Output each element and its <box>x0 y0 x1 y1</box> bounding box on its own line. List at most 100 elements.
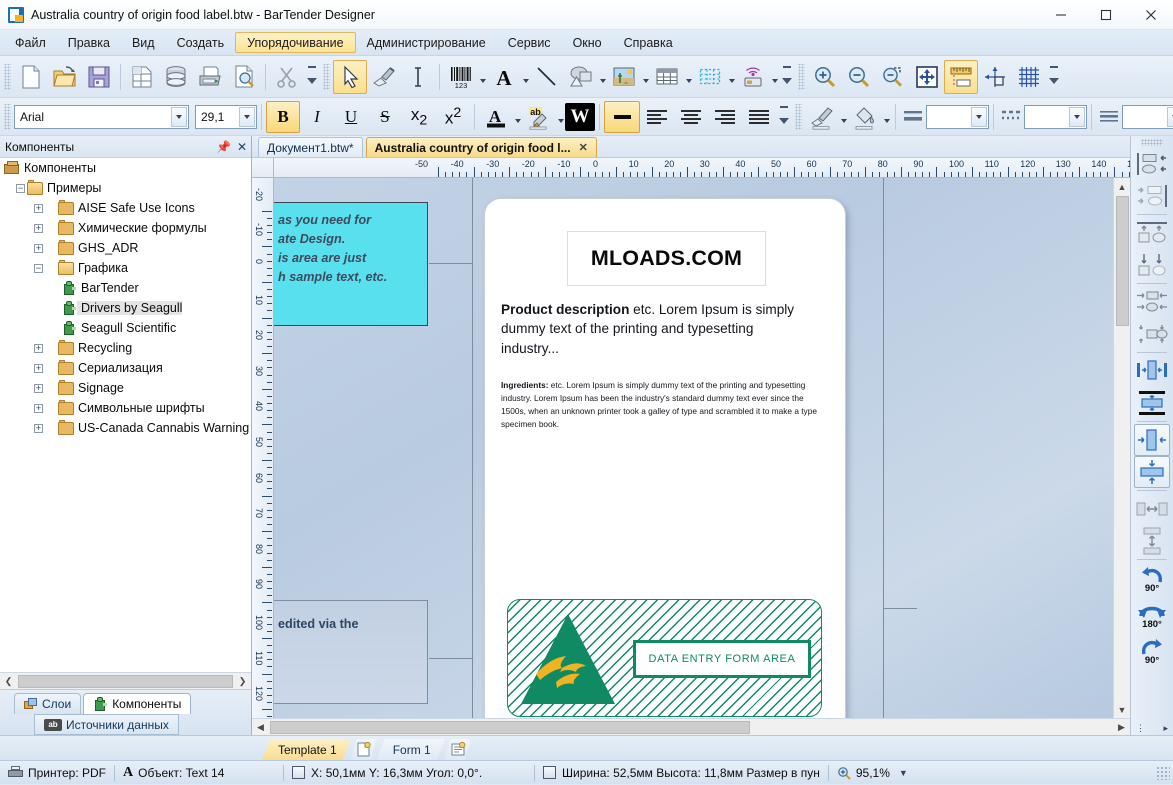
template-tab-template1[interactable]: Template 1 <box>262 739 351 760</box>
open-document-icon[interactable] <box>48 60 82 94</box>
menu-arrange[interactable]: Упорядочивание <box>235 32 356 53</box>
format-painter-icon[interactable] <box>367 60 401 94</box>
tree-node-drivers-by-seagull[interactable]: Drivers by Seagull <box>0 298 251 318</box>
arrange-toolbar-grip[interactable] <box>1141 139 1163 146</box>
scroll-thumb[interactable] <box>1115 196 1129 326</box>
subscript-button[interactable]: x2 <box>402 101 436 133</box>
label-canvas[interactable]: as you need for ate Design. is area are … <box>274 178 1113 718</box>
zoom-out-icon[interactable] <box>842 60 876 94</box>
menu-file[interactable]: Файл <box>4 30 57 55</box>
chevron-down-icon[interactable] <box>1167 106 1173 127</box>
tree-node-chemical-formulas[interactable]: + Химические формулы <box>0 218 251 238</box>
underline-button[interactable]: U <box>334 101 368 133</box>
menu-tools[interactable]: Сервис <box>497 30 562 55</box>
picture-tool-icon[interactable] <box>607 60 641 94</box>
window-resize-grip[interactable] <box>1156 765 1170 780</box>
tab-data-sources[interactable]: ab Источники данных <box>34 714 179 735</box>
align-right-edges-icon[interactable] <box>1134 180 1170 212</box>
align-left-edges-icon[interactable] <box>1134 148 1170 180</box>
tree-node-components[interactable]: Компоненты <box>0 158 251 178</box>
chevron-down-icon[interactable] <box>1069 106 1085 127</box>
tab-components[interactable]: Компоненты <box>83 693 192 714</box>
space-horizontally-icon[interactable] <box>1134 355 1170 387</box>
document-tab-australia-label[interactable]: Australia country of origin food l... ✕ <box>365 137 597 157</box>
text-line-button[interactable] <box>604 100 640 133</box>
objects-toolbar-overflow[interactable] <box>781 60 794 94</box>
maximize-button[interactable] <box>1083 0 1128 30</box>
line-dash-select[interactable] <box>1024 104 1087 129</box>
text-tool-icon[interactable]: A <box>487 60 521 94</box>
menu-view[interactable]: Вид <box>121 30 166 55</box>
align-bottom-edges-icon[interactable] <box>1134 249 1170 281</box>
close-icon[interactable]: ✕ <box>237 141 247 153</box>
chevron-down-icon[interactable] <box>239 106 255 127</box>
scroll-left-icon[interactable]: ❮ <box>0 674 17 689</box>
text-dropdown-caret[interactable] <box>521 60 530 94</box>
text-cursor-icon[interactable] <box>401 60 435 94</box>
shape-tool-icon[interactable] <box>564 60 598 94</box>
database-connection-icon[interactable] <box>159 60 193 94</box>
menu-window[interactable]: Окно <box>562 30 613 55</box>
make-same-height-icon[interactable] <box>1134 525 1170 557</box>
center-horizontally-icon[interactable] <box>1134 286 1170 318</box>
expand-toggle-icon[interactable]: + <box>32 358 45 378</box>
rfid-tool-icon[interactable] <box>736 60 770 94</box>
note-grey[interactable]: edited via the <box>274 600 428 704</box>
font-color-dropdown-caret[interactable] <box>513 100 522 134</box>
tree-node-aise[interactable]: + AISE Safe Use Icons <box>0 198 251 218</box>
space-vertically-icon[interactable] <box>1134 387 1170 419</box>
new-document-icon[interactable] <box>14 60 48 94</box>
zoom-in-icon[interactable] <box>808 60 842 94</box>
rotate-right-90-icon[interactable]: 90° <box>1134 634 1170 670</box>
rotate-left-90-icon[interactable]: 90° <box>1134 562 1170 598</box>
note-cyan[interactable]: as you need for ate Design. is area are … <box>274 202 428 326</box>
center-vertically-icon[interactable] <box>1134 318 1170 350</box>
vertical-ruler[interactable]: -20-100102030405060708090100110120130140 <box>252 178 274 718</box>
superscript-button[interactable]: x2 <box>436 101 470 133</box>
toolbar-grip[interactable] <box>4 63 11 90</box>
tree-node-signage[interactable]: + Signage <box>0 378 251 398</box>
expand-toggle-icon[interactable]: + <box>32 218 45 238</box>
scroll-up-icon[interactable]: ▲ <box>1115 178 1130 195</box>
center-on-template-vertical-icon[interactable] <box>1134 456 1170 488</box>
arrange-toolbar-footer[interactable]: ⋮ ▸ <box>1133 721 1171 735</box>
chevron-down-icon[interactable] <box>171 106 187 127</box>
barcode-tool-icon[interactable]: 123 <box>444 60 478 94</box>
document-tab-dokument1[interactable]: Документ1.btw* <box>258 137 363 157</box>
collapse-toggle-icon[interactable]: − <box>14 178 27 198</box>
fontbar-overflow[interactable] <box>778 100 791 134</box>
pin-icon[interactable]: 📌 <box>216 141 231 153</box>
font-family-select[interactable]: Arial <box>14 104 189 129</box>
italic-button[interactable]: I <box>300 101 334 133</box>
data-entry-form-area-object[interactable]: DATA ENTRY FORM AREA <box>507 599 822 717</box>
show-grid-icon[interactable] <box>1012 60 1046 94</box>
view-toolbar-overflow[interactable] <box>1048 60 1061 94</box>
tree-node-recycling[interactable]: + Recycling <box>0 338 251 358</box>
scroll-down-icon[interactable]: ▼ <box>1115 701 1130 718</box>
menu-administration[interactable]: Администрирование <box>356 30 497 55</box>
select-tool-icon[interactable] <box>333 59 367 94</box>
align-left-button[interactable] <box>640 101 674 133</box>
menu-help[interactable]: Справка <box>613 30 684 55</box>
expand-toggle-icon[interactable]: + <box>32 418 45 438</box>
line-width-select[interactable] <box>926 104 989 129</box>
label-template-card[interactable]: MLOADS.COM Product description etc. Lore… <box>485 199 845 718</box>
rotate-180-icon[interactable]: 180° <box>1134 598 1170 634</box>
table-tool-icon[interactable] <box>650 60 684 94</box>
components-tree[interactable]: Компоненты − Примеры + AISE Safe Use Ico… <box>0 158 251 672</box>
data-entry-form-area-text-box[interactable]: DATA ENTRY FORM AREA <box>633 640 811 678</box>
grid-dropdown-caret[interactable] <box>727 60 736 94</box>
fit-to-window-icon[interactable] <box>910 60 944 94</box>
rfid-dropdown-caret[interactable] <box>770 60 779 94</box>
brand-text-object[interactable]: MLOADS.COM <box>567 231 766 286</box>
new-template-button[interactable] <box>351 739 377 760</box>
scroll-thumb[interactable] <box>18 674 233 688</box>
chevron-down-icon[interactable] <box>971 106 987 127</box>
expand-toggle-icon[interactable]: + <box>32 338 45 358</box>
wordart-button[interactable]: W <box>565 102 595 131</box>
grid-tool-icon[interactable] <box>693 60 727 94</box>
canvas-vscrollbar[interactable]: ▲ ▼ <box>1113 178 1130 718</box>
close-icon[interactable]: ✕ <box>579 141 588 154</box>
font-color-button[interactable]: A <box>479 101 513 133</box>
template-tab-form1[interactable]: Form 1 <box>377 739 445 760</box>
